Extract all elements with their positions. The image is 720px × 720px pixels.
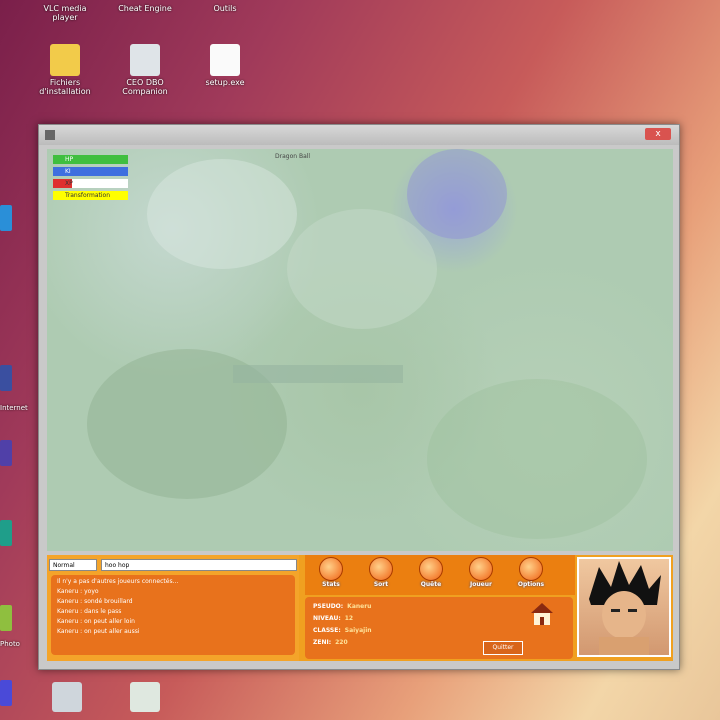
desktop-top-label-1: VLC media player — [43, 4, 87, 22]
zeni-value: 220 — [335, 639, 348, 646]
house-icon[interactable] — [529, 601, 555, 627]
chat-line: Kaneru : yoyo — [57, 588, 99, 595]
desktop-icon-companion[interactable]: CEO DBO Companion — [110, 44, 180, 96]
button-label: Options — [517, 581, 545, 588]
app-icon — [130, 682, 160, 712]
left-edge-icon-1[interactable] — [0, 205, 12, 231]
left-edge-label-internet: Internet — [0, 404, 28, 412]
dragon-ball-icon — [419, 557, 443, 581]
desktop-icon-label: setup.exe — [205, 78, 245, 87]
zeni-row: ZENI: 220 — [313, 639, 348, 646]
chat-line: Kaneru : on peut aller aussi — [57, 628, 140, 635]
map-cloud — [147, 159, 297, 269]
left-edge-icon-6[interactable] — [0, 680, 12, 706]
transformation-bar: Transformation — [53, 191, 128, 200]
map-cloud — [287, 209, 437, 329]
sort-button[interactable]: Sort — [359, 557, 403, 593]
class-label: CLASSE: — [313, 627, 341, 634]
button-label: Sort — [373, 581, 389, 588]
desktop-icon-label: Fichiers d'installation — [39, 78, 91, 96]
dragon-ball-icon — [519, 557, 543, 581]
chat-line: Kaneru : sondé brouillard — [57, 598, 133, 605]
avatar — [589, 561, 661, 655]
desktop-icon-label: CEO DBO Companion — [122, 78, 168, 96]
game-window: x HP KI XP Transformation Dragon Ball No… — [38, 124, 680, 670]
button-label: Stats — [322, 581, 340, 588]
chat-line: Kaneru : dans le pass — [57, 608, 122, 615]
desktop-bottom-icon-1[interactable] — [32, 682, 102, 714]
window-icon — [45, 130, 55, 140]
pseudo-value: Kaneru — [347, 603, 372, 610]
player-button[interactable]: Joueur — [459, 557, 503, 593]
map-cloud — [407, 149, 507, 239]
class-value: Saiyajin — [344, 627, 372, 634]
desktop-top-label-3: Outils — [213, 4, 237, 13]
dragon-ball-icon — [369, 557, 393, 581]
left-edge-icon-4[interactable] — [0, 520, 12, 546]
folder-icon — [50, 44, 80, 76]
chat-mode-select[interactable]: Normal — [49, 559, 97, 571]
left-edge-icon-2[interactable] — [0, 365, 12, 391]
class-row: CLASSE: Saiyajin — [313, 627, 372, 634]
level-value: 12 — [344, 615, 354, 622]
hp-bar: HP — [53, 155, 128, 164]
window-titlebar[interactable]: x — [39, 125, 679, 145]
stats-button[interactable]: Stats — [309, 557, 353, 593]
chat-log[interactable]: Il n'y a pas d'autres joueurs connectés.… — [51, 575, 295, 655]
quest-button[interactable]: Quête — [409, 557, 453, 593]
game-hud: Normal hoo hop Il n'y a pas d'autres jou… — [47, 555, 673, 661]
desktop-top-label-2: Cheat Engine — [118, 4, 172, 13]
pseudo-row: PSEUDO: Kaneru — [313, 603, 371, 610]
left-edge-icon-3[interactable] — [0, 440, 12, 466]
close-button[interactable]: x — [645, 128, 671, 140]
menu-buttons-row: Stats Sort Quête Joueur Options — [305, 555, 575, 595]
map-name-banner — [233, 365, 403, 383]
document-icon — [210, 44, 240, 76]
button-label: Joueur — [470, 581, 492, 588]
settings-icon — [52, 682, 82, 712]
pseudo-label: PSEUDO: — [313, 603, 344, 610]
level-label: NIVEAU: — [313, 615, 341, 622]
left-edge-label-photo: Photo — [0, 640, 20, 648]
level-row: NIVEAU: 12 — [313, 615, 353, 622]
game-map[interactable]: HP KI XP Transformation Dragon Ball — [47, 149, 673, 551]
dragon-ball-icon — [469, 557, 493, 581]
button-label: Quête — [420, 581, 442, 588]
map-cloud — [427, 379, 647, 539]
options-button[interactable]: Options — [509, 557, 553, 593]
zeni-label: ZENI: — [313, 639, 332, 646]
map-tooltip: Dragon Ball — [275, 153, 311, 160]
desktop-bottom-icon-2[interactable] — [110, 682, 180, 714]
chat-panel: Normal hoo hop Il n'y a pas d'autres jou… — [47, 555, 299, 661]
ki-bar: KI — [53, 167, 128, 176]
desktop-icon-installation[interactable]: Fichiers d'installation — [30, 44, 100, 96]
xp-bar: XP — [53, 179, 128, 188]
chat-input[interactable]: hoo hop — [101, 559, 297, 571]
quit-button[interactable]: Quitter — [483, 641, 523, 655]
character-info-panel: PSEUDO: Kaneru NIVEAU: 12 CLASSE: Saiyajin … — [305, 597, 573, 659]
dragon-ball-icon — [319, 557, 343, 581]
chat-line: Il n'y a pas d'autres joueurs connectés.… — [57, 578, 179, 585]
desktop-icon-setup[interactable]: setup.exe — [190, 44, 260, 87]
character-portrait — [577, 557, 671, 657]
chat-line: Kaneru : on peut aller loin — [57, 618, 135, 625]
program-icon — [130, 44, 160, 76]
left-edge-icon-5[interactable] — [0, 605, 12, 631]
